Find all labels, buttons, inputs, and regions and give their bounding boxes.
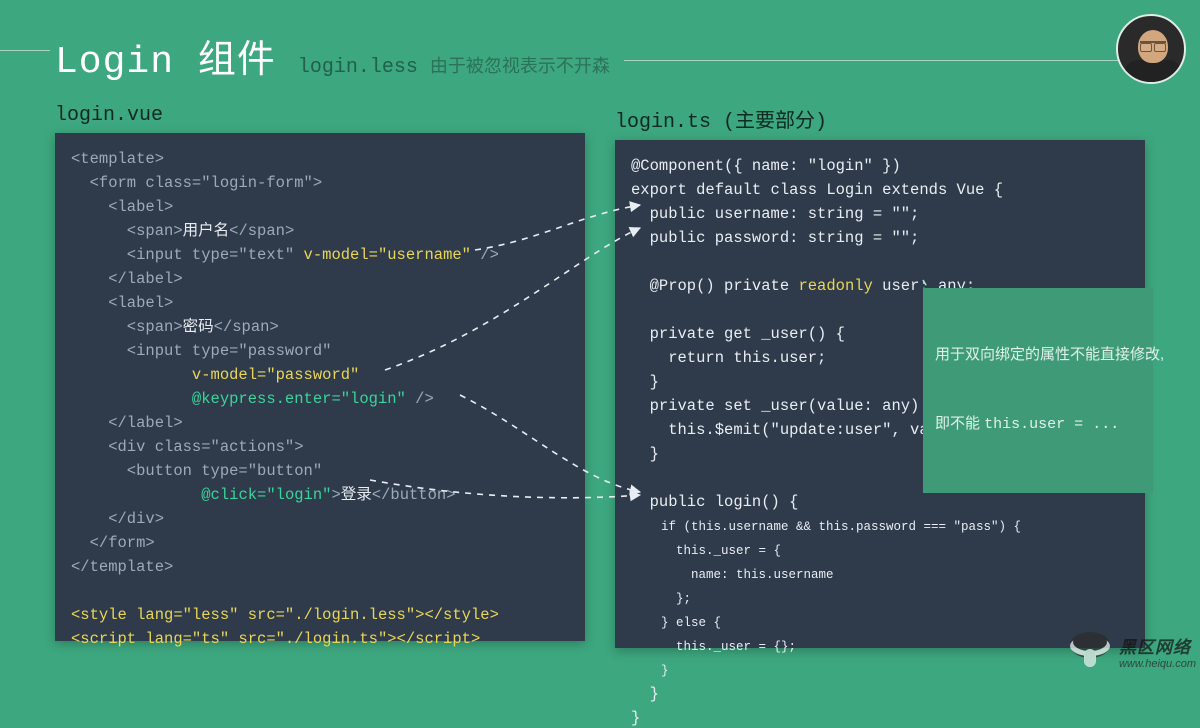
code-block-login-ts: @Component({ name: "login" }) export def…	[615, 140, 1145, 648]
slide-subtitle-file: login.less	[298, 56, 418, 79]
slide-subtitle-note: 由于被忽视表示不开森	[430, 52, 610, 78]
header-rule-right	[624, 60, 1145, 61]
right-column: login.ts (主要部分) @Component({ name: "logi…	[615, 104, 1145, 648]
mushroom-icon	[1067, 629, 1113, 673]
left-panel-filename: login.vue	[55, 104, 585, 127]
watermark-logo: 黑区网络 www.heiqu.com	[1067, 629, 1196, 673]
header-rule-left	[0, 50, 50, 51]
slide-title: Login 组件	[55, 28, 276, 84]
code-block-login-vue: <template> <form class="login-form"> <la…	[55, 133, 585, 641]
left-column: login.vue <template> <form class="login-…	[55, 104, 585, 648]
right-panel-filename: login.ts (主要部分)	[615, 104, 1145, 134]
content-columns: login.vue <template> <form class="login-…	[0, 84, 1200, 648]
presenter-avatar	[1116, 14, 1186, 84]
slide-header: Login 组件 login.less 由于被忽视表示不开森	[0, 0, 1200, 84]
annotation-readonly-tooltip: 用于双向绑定的属性不能直接修改, 即不能 this.user = ...	[923, 288, 1153, 493]
